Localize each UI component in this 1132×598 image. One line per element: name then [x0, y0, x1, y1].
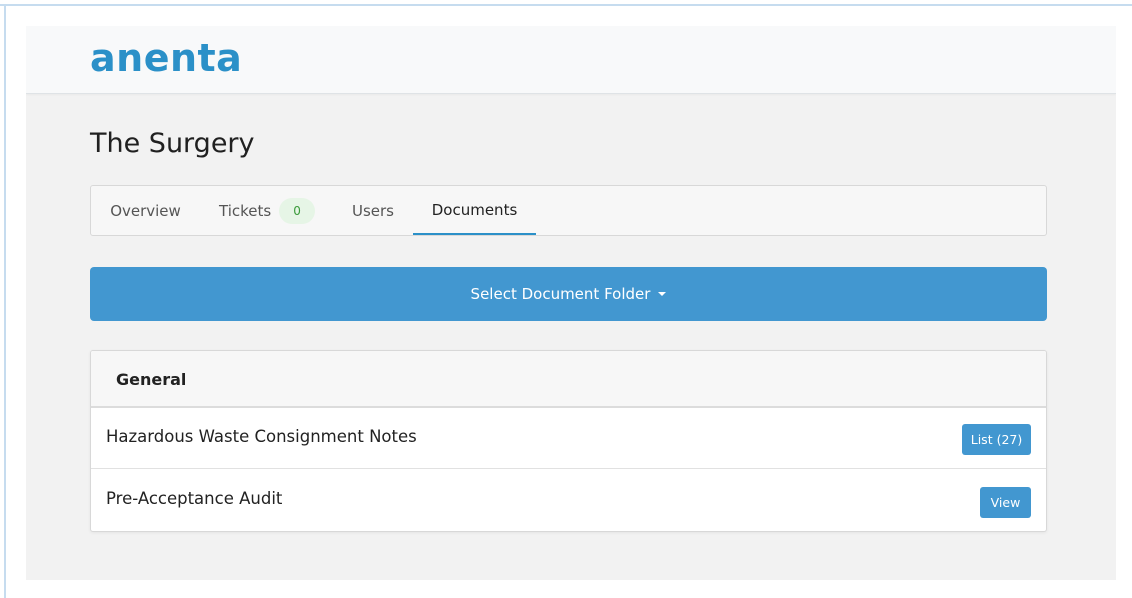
- tab-tickets[interactable]: Tickets 0: [219, 186, 315, 235]
- document-row: Pre-Acceptance Audit View: [91, 470, 1046, 531]
- frame-border-left: [4, 4, 6, 598]
- frame-border-top: [0, 4, 1132, 6]
- document-name: Hazardous Waste Consignment Notes: [106, 427, 417, 446]
- app-window: anenta The Surgery Overview Tickets 0 Us…: [26, 26, 1116, 580]
- view-document-button[interactable]: View: [980, 487, 1031, 518]
- page-title: The Surgery: [90, 128, 255, 159]
- document-name: Pre-Acceptance Audit: [106, 489, 283, 508]
- list-documents-button[interactable]: List (27): [962, 424, 1031, 455]
- tab-documents[interactable]: Documents: [413, 186, 536, 235]
- tab-documents-label: Documents: [431, 200, 518, 219]
- tab-bar: Overview Tickets 0 Users Documents: [90, 185, 1047, 236]
- tickets-count-badge: 0: [279, 197, 315, 224]
- tab-users[interactable]: Users: [337, 186, 409, 235]
- document-row: Hazardous Waste Consignment Notes List (…: [91, 408, 1046, 469]
- tab-tickets-label: Tickets: [219, 201, 272, 220]
- panel-header: General: [91, 351, 1046, 408]
- documents-panel: General Hazardous Waste Consignment Note…: [90, 350, 1047, 532]
- folder-name: General: [116, 370, 187, 389]
- caret-down-icon: [658, 292, 667, 296]
- tab-overview-label: Overview: [110, 201, 181, 220]
- anenta-logo[interactable]: anenta: [90, 36, 242, 80]
- tab-users-label: Users: [351, 201, 394, 220]
- tab-overview[interactable]: Overview: [91, 186, 200, 235]
- top-navbar: anenta: [26, 26, 1116, 94]
- select-document-folder-label: Select Document Folder: [470, 285, 651, 303]
- select-document-folder-button[interactable]: Select Document Folder: [90, 267, 1047, 321]
